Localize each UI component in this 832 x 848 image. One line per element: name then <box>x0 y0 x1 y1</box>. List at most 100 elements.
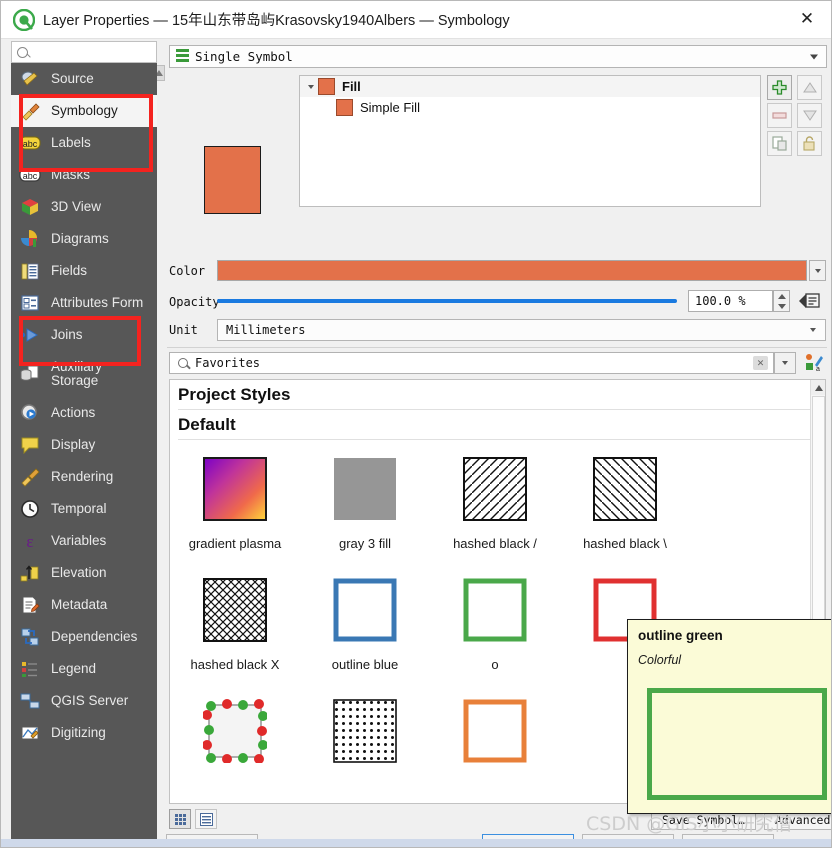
stepper-up-icon[interactable] <box>777 293 786 299</box>
style-item-label: o <box>491 657 499 672</box>
sidebar-item-variables[interactable]: ε Variables <box>11 525 157 557</box>
duplicate-symbol-layer-button[interactable] <box>767 131 792 156</box>
symbol-layer-tree[interactable]: Fill Simple Fill <box>299 75 761 207</box>
grid-view-button[interactable] <box>169 809 191 829</box>
symbology-panel: Single Symbol Fill Simple Fill Color Opa… <box>164 41 831 847</box>
style-item-dotted-black[interactable] <box>300 692 430 778</box>
sidebar-item-display[interactable]: Display <box>11 429 157 461</box>
sidebar-item-source[interactable]: Source <box>11 63 157 95</box>
sidebar-item-dependencies[interactable]: Dependencies <box>11 621 157 653</box>
tree-row[interactable]: Fill <box>300 76 760 97</box>
display-balloon-icon <box>19 434 41 456</box>
style-search-input[interactable]: Favorites ✕ <box>169 352 774 374</box>
style-thumbnail <box>202 577 268 643</box>
style-item-gradient-plasma[interactable]: gradient plasma <box>170 450 300 551</box>
style-item-hashed-black-x[interactable]: hashed black X <box>170 571 300 672</box>
style-row: gradient plasma gray 3 fill hashed black… <box>170 450 825 551</box>
clear-icon[interactable]: ✕ <box>753 356 768 370</box>
sidebar-item-attributes-form[interactable]: Attributes Form <box>11 287 157 319</box>
list-view-icon <box>199 812 213 826</box>
sidebar-item-legend[interactable]: Legend <box>11 653 157 685</box>
tree-item-label: Fill <box>342 79 361 94</box>
style-item-hashed-black-back[interactable]: hashed black \ <box>560 450 690 551</box>
sidebar-item-masks[interactable]: abc Masks <box>11 159 157 191</box>
sidebar-item-metadata[interactable]: Metadata <box>11 589 157 621</box>
cube-3d-icon <box>19 196 41 218</box>
data-defined-override-button[interactable] <box>797 289 823 313</box>
style-group-title: Default <box>178 415 236 434</box>
color-dropdown-button[interactable] <box>809 260 826 281</box>
plus-icon <box>772 80 787 95</box>
style-filter-dropdown[interactable] <box>774 352 796 374</box>
fill-color-swatch[interactable] <box>217 260 807 281</box>
style-item-outline-blue[interactable]: outline blue <box>300 571 430 672</box>
title-bar: Layer Properties — 15年山东带岛屿Krasovsky1940… <box>1 1 831 39</box>
sidebar-item-auxiliary-storage[interactable]: Auxiliary Storage <box>11 351 157 397</box>
sidebar-item-joins[interactable]: Joins <box>11 319 157 351</box>
chevron-up-icon <box>814 384 823 391</box>
style-item-outline-orange[interactable] <box>430 692 560 778</box>
remove-symbol-layer-button[interactable] <box>767 103 792 128</box>
move-down-button[interactable] <box>797 103 822 128</box>
sidebar-item-actions[interactable]: Actions <box>11 397 157 429</box>
style-item-outline-green[interactable]: o <box>430 571 560 672</box>
sidebar-item-label: Legend <box>51 660 97 676</box>
sidebar-item-elevation[interactable]: Elevation <box>11 557 157 589</box>
sidebar-item-label: Display <box>51 436 96 452</box>
sidebar-item-label: Dependencies <box>51 628 138 644</box>
style-view-toggle-group <box>169 809 221 829</box>
sidebar-item-symbology[interactable]: Symbology <box>11 95 157 127</box>
sidebar-item-3d-view[interactable]: 3D View <box>11 191 157 223</box>
stepper-down-icon[interactable] <box>777 303 786 309</box>
sidebar-container: Source Symbology abc Labels abc Masks 3D… <box>7 39 165 839</box>
style-item-hashed-black-forward[interactable]: hashed black / <box>430 450 560 551</box>
renderer-type-value: Single Symbol <box>195 49 293 64</box>
slider-track <box>217 299 677 303</box>
sidebar-item-diagrams[interactable]: Diagrams <box>11 223 157 255</box>
sidebar-item-label: Masks <box>51 166 91 182</box>
sidebar-item-temporal[interactable]: Temporal <box>11 493 157 525</box>
sidebar-item-digitizing[interactable]: Digitizing <box>11 717 157 749</box>
opacity-value-input[interactable]: 100.0 % <box>688 290 773 312</box>
sidebar-item-fields[interactable]: Fields <box>11 255 157 287</box>
sidebar-item-qgis-server[interactable]: QGIS Server <box>11 685 157 717</box>
style-item-gray-3-fill[interactable]: gray 3 fill <box>300 450 430 551</box>
sidebar-item-labels[interactable]: abc Labels <box>11 127 157 159</box>
list-view-button[interactable] <box>195 809 217 829</box>
chevron-down-icon <box>810 54 818 59</box>
sidebar-item-label: Elevation <box>51 564 107 580</box>
close-button[interactable]: ✕ <box>785 3 829 35</box>
joins-icon <box>19 324 41 346</box>
renderer-type-combobox[interactable]: Single Symbol <box>169 45 827 68</box>
lock-colors-button[interactable] <box>797 131 822 156</box>
unit-combobox[interactable]: Millimeters <box>217 319 826 341</box>
style-item-label: gray 3 fill <box>338 536 392 551</box>
search-icon <box>178 358 188 368</box>
sidebar-search-input[interactable] <box>11 41 157 63</box>
style-thumbnail <box>462 456 528 522</box>
style-manager-button[interactable]: a <box>802 351 826 375</box>
style-thumbnail <box>592 456 658 522</box>
opacity-stepper[interactable] <box>773 290 790 312</box>
chevron-down-icon <box>782 361 788 365</box>
variables-epsilon-icon: ε <box>19 530 41 552</box>
add-symbol-layer-button[interactable] <box>767 75 792 100</box>
sidebar-item-label: Auxiliary Storage <box>51 358 103 388</box>
sidebar-item-rendering[interactable]: Rendering <box>11 461 157 493</box>
sidebar-item-label: Rendering <box>51 468 114 484</box>
style-manager-icon: a <box>806 354 823 373</box>
sidebar-item-label: Metadata <box>51 596 108 612</box>
tree-row[interactable]: Simple Fill <box>300 97 760 118</box>
opacity-slider[interactable] <box>217 292 736 310</box>
style-item-label: hashed black X <box>190 657 280 672</box>
symbology-brush-icon <box>19 100 41 122</box>
style-item-dots-red-green[interactable] <box>170 692 300 778</box>
scroll-up-button[interactable] <box>811 380 825 395</box>
fields-table-icon <box>19 260 41 282</box>
sidebar-item-label: Digitizing <box>51 724 106 740</box>
chevron-down-icon <box>814 268 821 273</box>
symbol-swatch <box>318 78 335 95</box>
color-label: Color <box>169 264 206 278</box>
move-up-button[interactable] <box>797 75 822 100</box>
chevron-down-icon[interactable] <box>304 84 318 89</box>
